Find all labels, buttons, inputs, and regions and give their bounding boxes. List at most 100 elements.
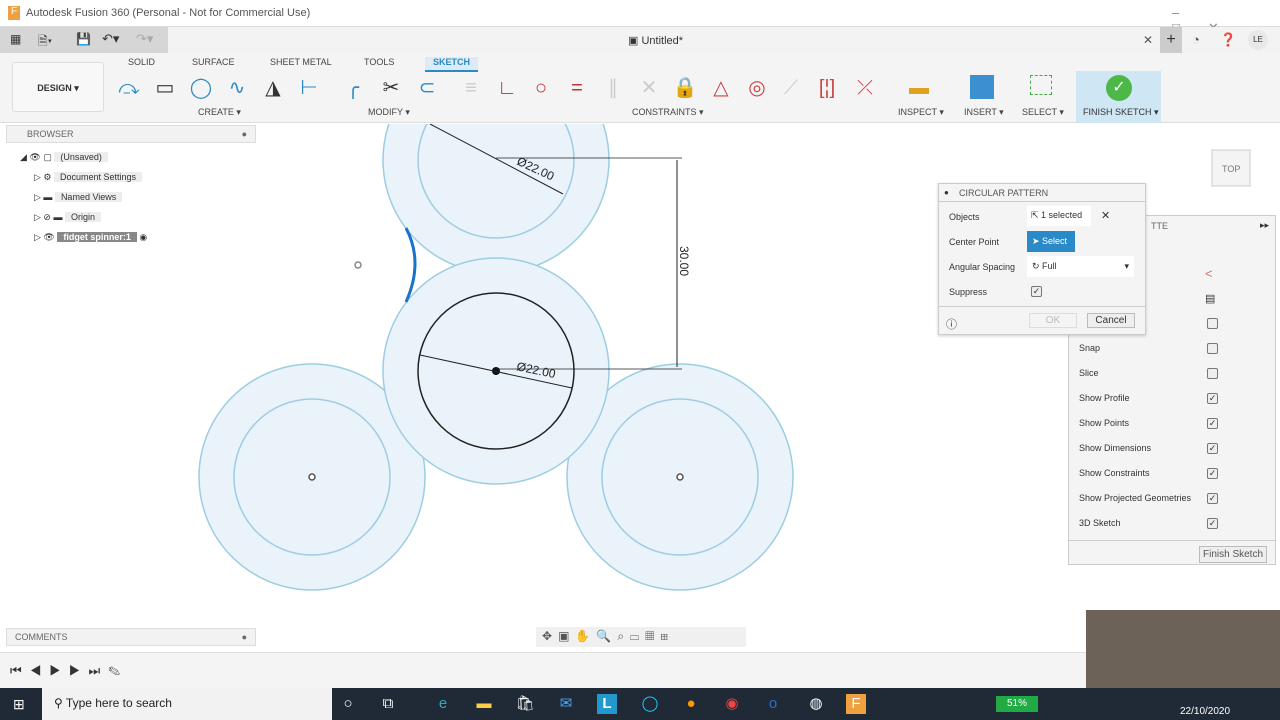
history-icon[interactable]: ◔ [1192,32,1200,47]
fix-lock-icon[interactable]: 🔒 [672,75,698,101]
spline-icon[interactable]: ∿ [224,75,250,101]
display-icon[interactable]: ▭ [630,629,645,643]
comments-panel[interactable]: COMMENTS ● [6,628,256,646]
tree-item-component[interactable]: ▷ 👁 fidget spinner:1 ◉ [34,229,147,245]
create-menu[interactable]: CREATE ▾ [198,107,241,118]
palette-item-checkbox[interactable]: ✓ [1207,468,1218,479]
play-icon[interactable]: ▶ [49,663,69,678]
center-point-select-button[interactable]: ➤ Select [1027,231,1075,252]
zoom-icon[interactable]: 🔍 [596,629,617,643]
store-icon[interactable]: 🛍 [515,694,535,714]
new-tab-icon[interactable]: + [1160,27,1182,53]
step-forward-icon[interactable]: ▶ [69,663,89,678]
trim-icon[interactable]: ✂ [378,75,404,101]
chrome-icon[interactable]: ◉ [722,694,742,714]
tab-solid[interactable]: SOLID [128,57,155,67]
checkbox[interactable] [1207,318,1218,329]
parallel-icon[interactable]: ∥ [600,75,626,101]
finish-sketch-button[interactable]: ✓ FINISH SKETCH ▾ [1076,71,1161,123]
mirror-icon[interactable]: ◮ [260,75,286,101]
angular-spacing-dropdown[interactable]: ↻ Full ▾ [1027,256,1134,277]
clock-date[interactable]: 22/10/2020 [1180,706,1230,717]
help-icon[interactable]: ❓ [1220,32,1236,48]
constraints-menu[interactable]: CONSTRAINTS ▾ [632,107,704,118]
symmetry-icon[interactable]: [¦] [814,75,840,101]
objects-selection[interactable]: ⇱ 1 selected [1027,206,1091,226]
tab-sketch[interactable]: SKETCH [425,57,479,72]
cortana-ring-icon[interactable]: ◯ [640,694,660,714]
select-window-icon[interactable] [1030,75,1052,95]
look-at-icon[interactable]: < [1205,266,1213,281]
fillet-icon[interactable]: ╭ [340,75,366,101]
tree-item-origin[interactable]: ▷ ⊘ ▬ Origin [34,209,101,225]
circle-icon[interactable]: ◯ [188,75,214,101]
triangle-icon[interactable]: △ [708,75,734,101]
battery-indicator[interactable]: 51% [996,696,1038,712]
expand-icon[interactable]: ▸▸ [1260,220,1269,231]
palette-item-checkbox[interactable]: ✓ [1207,493,1218,504]
look-at-icon[interactable]: ▣ [558,629,575,643]
task-view-icon[interactable]: ⧉ [378,694,398,714]
navigation-bar[interactable]: ✥▣✋🔍⌕▭▦⊞ [536,627,746,647]
app-l-icon[interactable]: L [597,694,617,714]
palette-item-checkbox[interactable]: ✓ [1207,418,1218,429]
horizontal-constraint-icon[interactable]: ≡ [458,75,484,101]
tab-surface[interactable]: SURFACE [192,57,235,67]
outlook-icon[interactable]: o [763,694,783,714]
sketch-grid-icon[interactable]: ▤ [1205,292,1215,305]
line-icon[interactable]: ⤼ [116,75,142,101]
dim-vertical-label[interactable]: 30.00 [677,246,691,276]
windows-start-icon[interactable]: ⊞ [13,696,25,713]
ok-button[interactable]: OK [1029,313,1077,328]
tab-sheet-metal[interactable]: SHEET METAL [270,57,332,67]
obs-icon[interactable]: ◍ [806,694,826,714]
viewports-icon[interactable]: ⊞ [660,629,674,643]
perpendicular-icon[interactable]: ∟ [494,75,520,101]
palette-item-checkbox[interactable]: ✓ [1207,518,1218,529]
tree-item-named-views[interactable]: ▷ ▬ Named Views [34,189,123,205]
apps-grid-icon[interactable]: ▦ [10,32,21,46]
edge-icon[interactable]: e [433,694,453,714]
tangent-icon[interactable]: ○ [528,75,554,101]
explorer-icon[interactable]: ▬ [474,694,494,714]
palette-item-checkbox[interactable] [1207,368,1218,379]
offset-icon[interactable]: ⊂ [414,75,440,101]
insert-image-icon[interactable] [970,75,994,99]
suppress-checkbox[interactable]: ✓ [1031,286,1042,297]
add-comment-icon[interactable]: ● [242,632,247,642]
file-icon[interactable]: 🗎▾ [38,32,52,53]
grid-icon[interactable]: ▦ [645,629,660,643]
finish-sketch-palette-button[interactable]: Finish Sketch [1199,546,1268,563]
workspace-switcher[interactable]: DESIGN ▾ [12,62,104,112]
orbit-icon[interactable]: ✥ [542,629,558,643]
palette-item-checkbox[interactable]: ✓ [1207,443,1218,454]
rectangle-icon[interactable]: ▭ [152,75,178,101]
clear-selection-icon[interactable]: ✕ [1101,209,1110,222]
collapse-icon[interactable]: ● [944,188,949,197]
dialog-header[interactable]: CIRCULAR PATTERN [939,184,1145,202]
concentric-icon[interactable]: ◎ [744,75,770,101]
tab-tools[interactable]: TOOLS [364,57,394,67]
taskbar-search[interactable]: ⚲ Type here to search [42,688,332,720]
undo-icon[interactable]: ↶▾ [102,31,119,47]
fit-icon[interactable]: ⌕ [617,629,630,643]
equal-icon[interactable]: = [564,75,590,101]
cancel-button[interactable]: Cancel [1087,313,1135,328]
inspect-menu[interactable]: INSPECT ▾ [898,107,944,118]
step-back-icon[interactable]: ◀ [30,663,50,678]
browser-header[interactable]: BROWSER ● [6,125,256,143]
app-orange-icon[interactable]: ● [681,694,701,714]
info-icon[interactable]: ⓘ [946,316,957,332]
curvature-icon[interactable]: ⤫ [852,75,878,101]
measure-icon[interactable]: ▬ [906,75,932,101]
avatar[interactable]: LE [1248,30,1268,50]
palette-item-checkbox[interactable]: ✓ [1207,393,1218,404]
redo-icon[interactable]: ↷▾ [136,31,153,47]
cortana-icon[interactable]: ○ [338,694,358,714]
fusion-taskbar-icon[interactable]: F [846,694,866,714]
mail-icon[interactable]: ✉ [556,694,576,714]
tree-item-root[interactable]: ◢ 👁 ▢ (Unsaved) [20,149,108,165]
select-menu[interactable]: SELECT ▾ [1022,107,1064,118]
timeline-sketch-marker[interactable]: ✎ [108,663,128,678]
collapse-icon[interactable]: ● [242,129,247,139]
